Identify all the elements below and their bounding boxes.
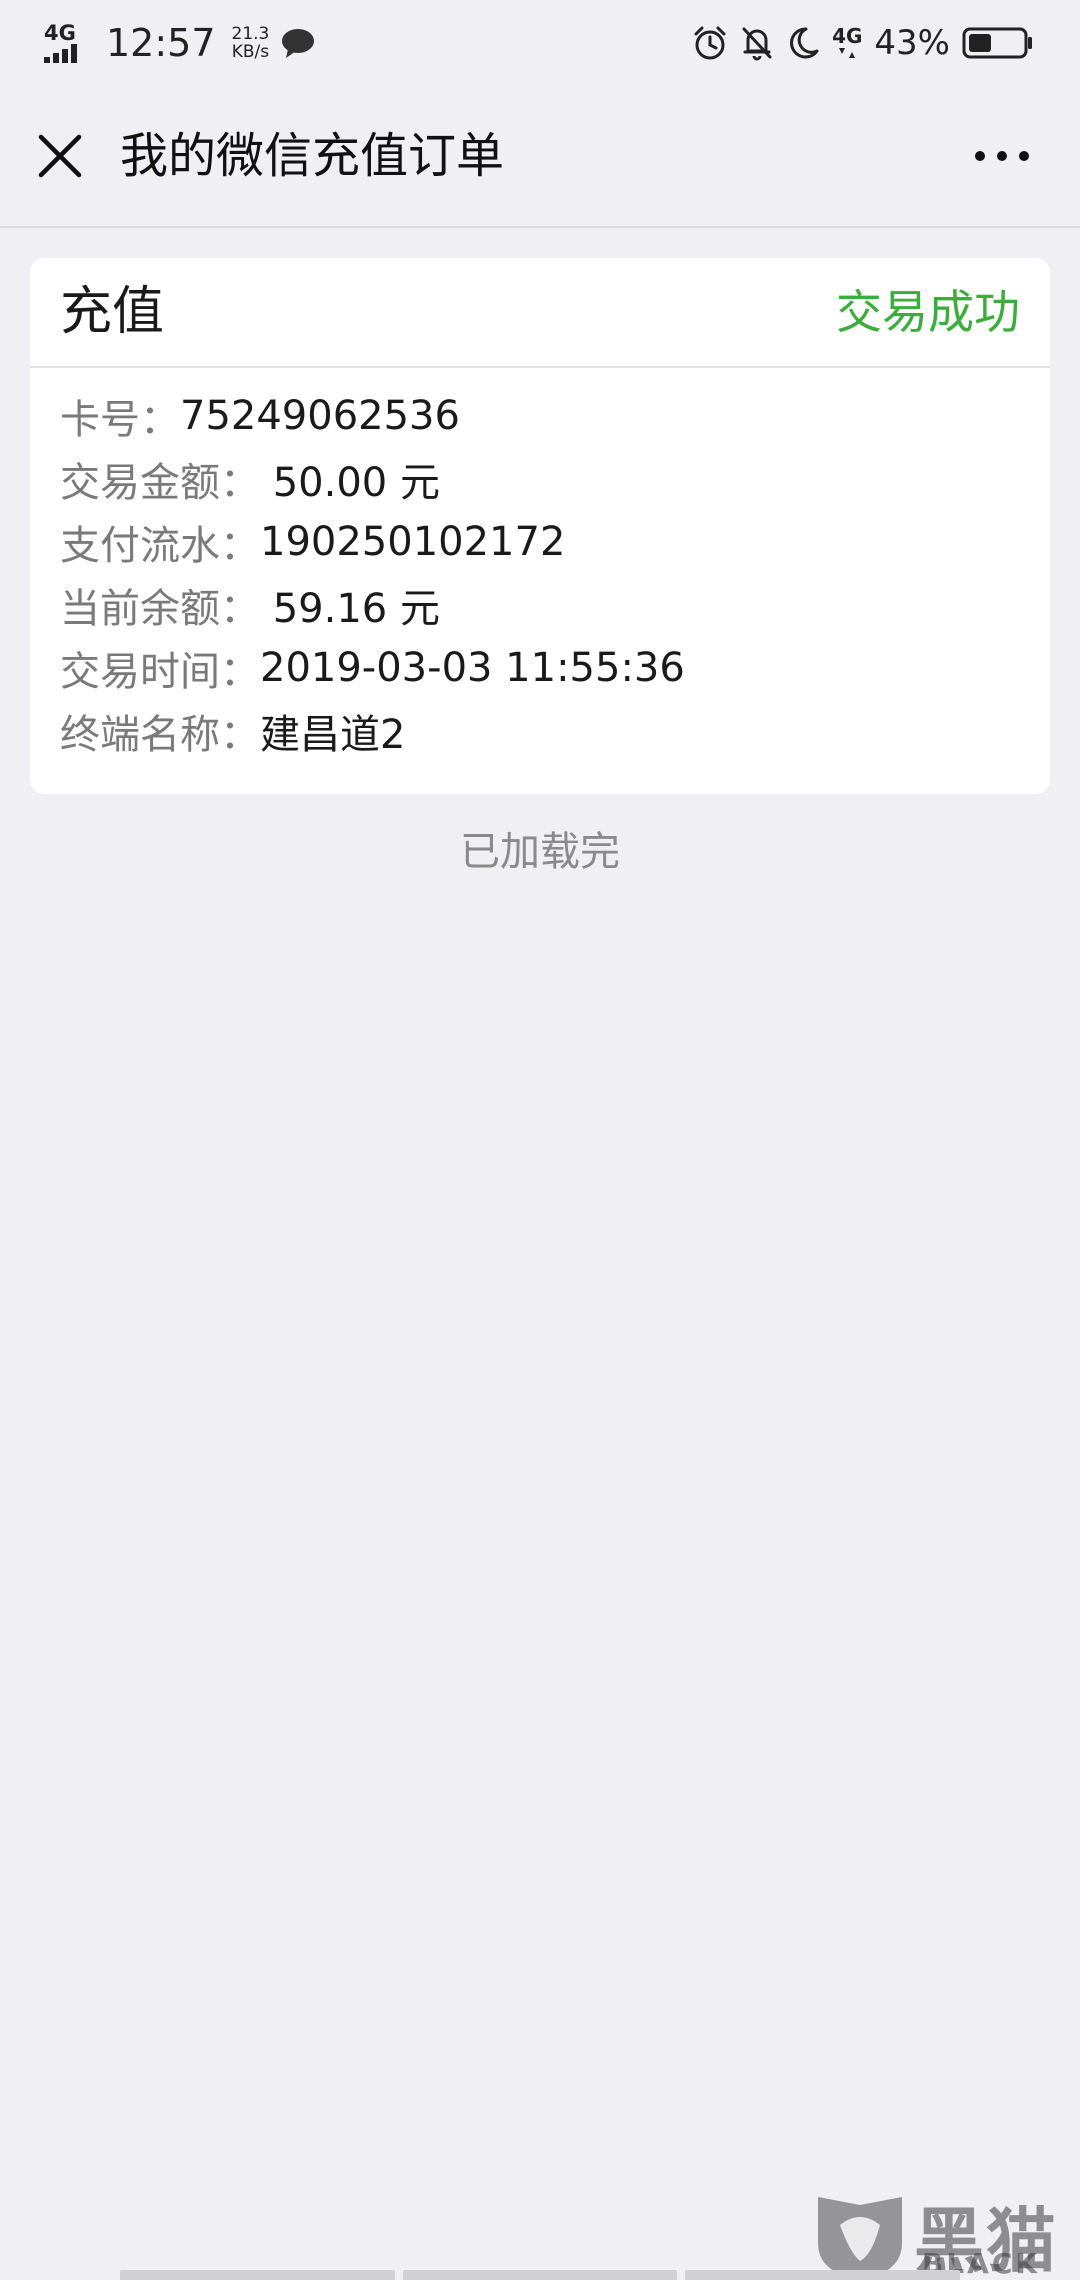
detail-label: 卡号： [60, 396, 180, 443]
screen: 4G 12:57 21.3 KB/s 4G 43% 我的微信充值订单 充值 交易… [0, 0, 1080, 2280]
detail-label: 支付流水： [60, 522, 260, 569]
network-indicator: 4G [44, 23, 92, 63]
battery-fill [969, 34, 991, 52]
battery-icon [962, 27, 1034, 59]
network-type-right: 4G [832, 23, 863, 60]
close-icon [38, 134, 82, 178]
status-right: 4G 43% [692, 18, 1034, 68]
more-icon [975, 151, 1029, 161]
nav-bar: 我的微信充值订单 [0, 86, 1080, 228]
chat-bubble-icon [281, 27, 315, 59]
detail-label: 交易时间： [60, 648, 260, 695]
order-card-header: 充值 交易成功 [30, 258, 1050, 368]
status-time: 12:57 [106, 21, 216, 65]
status-left: 4G 12:57 21.3 KB/s [44, 18, 315, 68]
detail-row: 交易时间： 2019-03-03 11:55:36 [60, 636, 1020, 699]
detail-value: 59.16 元 [260, 585, 440, 632]
more-button[interactable] [964, 132, 1040, 180]
detail-value: 建昌道2 [260, 711, 406, 758]
battery-percent: 43% [874, 23, 950, 63]
order-details: 卡号： 75249062536 交易金额： 50.00 元支付流水： 19025010… [60, 384, 1020, 762]
detail-row: 卡号： 75249062536 [60, 384, 1020, 447]
speed-unit: KB/s [231, 42, 270, 62]
detail-row: 当前余额： 59.16 元 [60, 573, 1020, 636]
detail-row: 支付流水： 190250102172 [60, 510, 1020, 573]
page-title: 我的微信充值订单 [120, 128, 505, 184]
speed-value: 21.3 [231, 24, 270, 44]
detail-label: 终端名称： [60, 711, 260, 758]
order-title: 充值 [60, 282, 165, 342]
watermark: 黑猫 BLACK CAT [810, 2195, 1080, 2280]
data-arrows-icon [839, 47, 856, 58]
watermark-cn: 黑猫 [914, 2200, 1058, 2280]
detail-value: 190250102172 [260, 518, 566, 565]
network-speed: 21.3 KB/s [232, 25, 270, 61]
signal-icon [44, 43, 77, 63]
status-bar: 4G 12:57 21.3 KB/s 4G 43% [0, 0, 1080, 86]
network-type-right-label: 4G [832, 23, 863, 48]
loaded-text: 已加载完 [460, 829, 620, 875]
detail-row: 终端名称： 建昌道2 [60, 699, 1020, 762]
black-cat-logo-icon [818, 2197, 902, 2279]
detail-label: 交易金额： [60, 459, 260, 506]
alarm-icon [692, 25, 728, 61]
detail-label: 当前余额： [60, 585, 260, 632]
detail-value: 75249062536 [180, 392, 460, 439]
network-type: 4G [44, 21, 76, 45]
bell-off-icon [740, 25, 774, 61]
order-card[interactable]: 充值 交易成功 卡号： 75249062536 交易金额： 50.00 元支付流水：… [30, 258, 1050, 794]
detail-value: 50.00 元 [260, 459, 440, 506]
order-status: 交易成功 [836, 285, 1020, 339]
detail-row: 交易金额： 50.00 元 [60, 447, 1020, 510]
close-button[interactable] [28, 124, 92, 188]
detail-value: 2019-03-03 11:55:36 [260, 644, 685, 691]
moon-icon [786, 25, 820, 61]
bottom-edge-lines [120, 2270, 961, 2280]
